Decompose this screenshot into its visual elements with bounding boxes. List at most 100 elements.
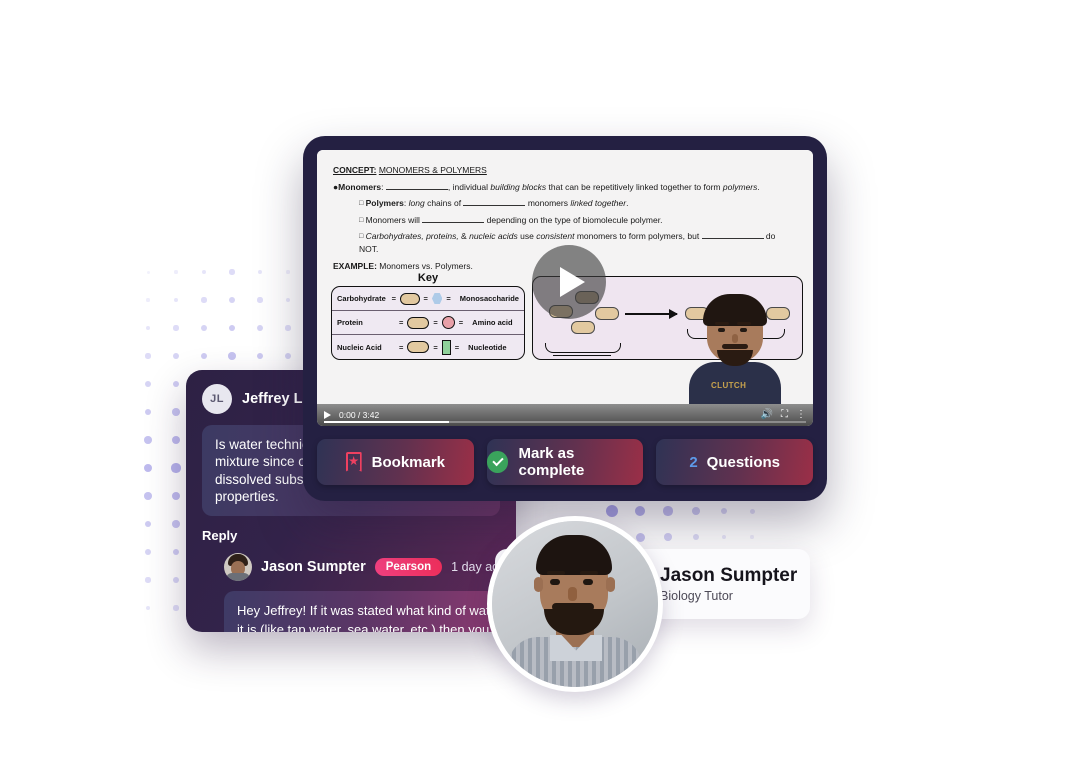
t: & — [458, 230, 470, 241]
questions-label: Questions — [706, 453, 781, 471]
play-icon[interactable] — [532, 245, 606, 319]
video-controls[interactable]: 0:00 / 3:42 🔊 ⛶ ⋮ — [317, 404, 813, 426]
decorative-dot — [173, 577, 179, 583]
decorative-dot — [285, 325, 291, 331]
arrow-icon — [625, 309, 678, 319]
decorative-dot — [285, 353, 291, 359]
decorative-dot — [749, 508, 755, 514]
example-text: Monomers vs. Polymers. — [379, 261, 473, 272]
decorative-dot — [257, 325, 263, 331]
avatar: JL — [202, 384, 232, 414]
worksheet-concept-line: CONCEPT: MONOMERS & POLYMERS — [333, 164, 797, 177]
t: long — [408, 198, 425, 209]
more-options-icon[interactable]: ⋮ — [796, 410, 806, 420]
decorative-dot — [200, 352, 208, 360]
video-time: 0:00 / 3:42 — [339, 410, 380, 420]
avatar — [224, 553, 252, 582]
decorative-dot — [721, 534, 727, 540]
bookmark-label: Bookmark — [371, 453, 446, 471]
fill-blank — [385, 181, 448, 191]
decorative-dot — [228, 352, 236, 360]
comment-reply: Jason Sumpter Pearson 1 day ago Hey Jeff… — [202, 553, 516, 632]
tutor-name: Jason Sumpter — [660, 564, 798, 586]
key-row-name: Protein — [337, 318, 363, 327]
decorative-dot — [692, 533, 700, 541]
equals-sign: = — [433, 318, 438, 327]
table-row: Protein = = = Amino acid — [332, 311, 524, 335]
nucleotide-shape-icon — [441, 339, 451, 355]
reply-author-name: Jason Sumpter — [261, 559, 366, 576]
table-row: Carbohydrate = = = Monosaccharide — [332, 287, 524, 311]
equals-sign: = — [446, 294, 451, 303]
decorative-dot — [145, 549, 151, 555]
t: nucleic acids — [469, 230, 518, 241]
worksheet-bullet-1: ●Monomers: , individual building blocks … — [333, 181, 760, 193]
check-circle-icon — [486, 451, 509, 473]
monomer-shape-icon — [407, 316, 430, 329]
decorative-dot — [692, 507, 700, 515]
worksheet-sub-1: □ Polymers: long chains of monomers link… — [359, 198, 629, 209]
decorative-dot — [173, 325, 179, 331]
t: linked together — [570, 198, 627, 209]
action-button-row: Bookmark Mark as complete 2 Questions — [317, 439, 814, 485]
fill-blank — [422, 214, 485, 223]
decorative-dot — [256, 352, 264, 360]
mark-complete-button[interactable]: Mark as complete — [486, 439, 644, 485]
t: polymers — [722, 182, 758, 193]
sub1-label: Polymers — [365, 198, 404, 209]
decorative-dot — [172, 408, 180, 416]
concept-label: CONCEPT: — [333, 165, 377, 175]
video-player[interactable]: CONCEPT: MONOMERS & POLYMERS ●Monomers: … — [317, 150, 813, 426]
equals-sign: = — [454, 342, 460, 352]
play-icon[interactable] — [324, 411, 331, 419]
decorative-dot — [145, 325, 151, 331]
decorative-dot — [229, 269, 235, 275]
decorative-dot — [201, 269, 207, 275]
decorative-dot — [145, 577, 151, 583]
key-row-name: Carbohydrate — [337, 294, 386, 303]
t: Carbohydrates, proteins, — [365, 230, 459, 241]
monomer-shape-icon — [400, 292, 420, 305]
status-badge: Pearson — [374, 558, 443, 577]
decorative-dot — [144, 520, 152, 528]
decorative-dot — [173, 605, 179, 611]
decorative-dot — [172, 380, 180, 388]
decorative-dot — [172, 520, 180, 528]
decorative-dot — [229, 297, 235, 303]
question-count: 2 — [689, 453, 698, 471]
decorative-dot — [228, 324, 236, 332]
bookmark-button[interactable]: Bookmark — [317, 439, 474, 485]
page-title: MONOMERS & POLYMERS — [378, 165, 487, 175]
decorative-dot — [201, 297, 207, 303]
equals-sign: = — [458, 318, 464, 327]
tablet-device: CONCEPT: MONOMERS & POLYMERS ●Monomers: … — [303, 136, 827, 501]
t: chains of — [424, 198, 464, 209]
table-row: Nucleic Acid = = = Nucleotide — [332, 335, 524, 359]
decorative-dot — [143, 463, 153, 473]
answer-line-left — [553, 355, 611, 356]
decorative-dot — [664, 533, 672, 541]
t: building blocks — [490, 182, 547, 193]
key-row-name: Nucleic Acid — [337, 342, 382, 352]
t: that can be repetitively linked together… — [546, 182, 723, 193]
t: Monomers will — [365, 214, 423, 225]
decorative-dot — [257, 297, 263, 303]
volume-icon[interactable]: 🔊 — [761, 410, 773, 420]
key-title: Key — [417, 272, 439, 284]
decorative-dot — [257, 269, 263, 275]
equals-sign: = — [399, 342, 404, 352]
questions-button[interactable]: 2 Questions — [656, 439, 814, 485]
reply-message: Hey Jeffrey! If it was stated what kind … — [224, 591, 516, 632]
fullscreen-icon[interactable]: ⛶ — [781, 410, 788, 420]
brace-left — [545, 343, 621, 353]
decorative-dot — [145, 605, 151, 611]
reply-button[interactable]: Reply — [202, 528, 500, 543]
video-progress-bar[interactable] — [324, 421, 806, 423]
decorative-dot — [146, 298, 150, 302]
hexagon-shape-icon — [431, 293, 443, 304]
instructor-webcam: CLUTCH — [681, 292, 789, 404]
tutor-role: Biology Tutor — [660, 589, 733, 604]
decorative-dot — [171, 435, 181, 445]
key-row-result: Monosaccharide — [459, 294, 519, 303]
brand-logo: CLUTCH — [711, 381, 747, 390]
